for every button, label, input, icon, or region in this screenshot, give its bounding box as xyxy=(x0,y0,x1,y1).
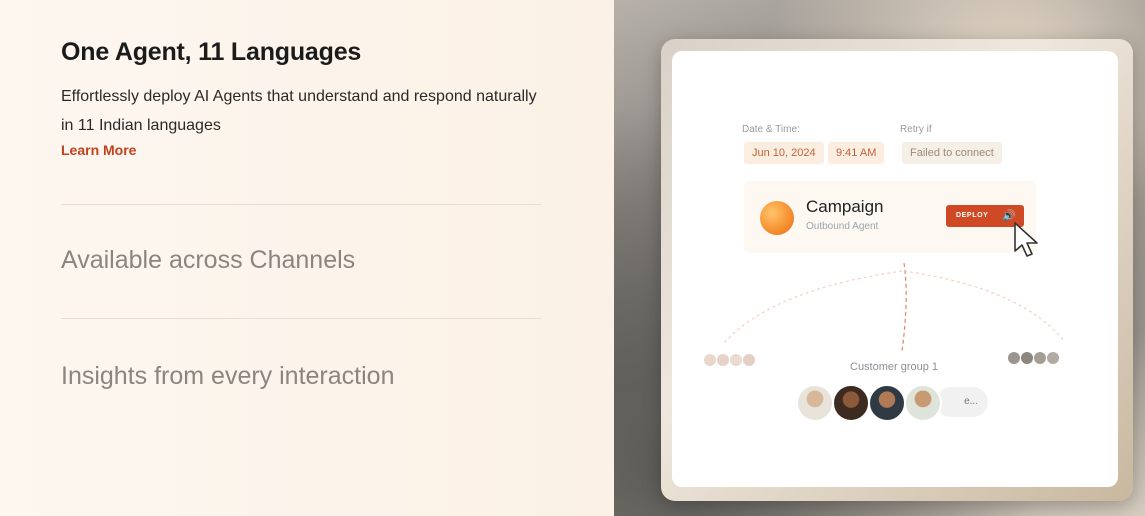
avatar xyxy=(796,384,834,422)
more-avatars-badge: e... xyxy=(936,387,988,417)
preview-card: Date & Time: Retry if Jun 10, 2024 9:41 … xyxy=(672,51,1118,487)
avatar xyxy=(868,384,906,422)
divider xyxy=(61,318,541,319)
feature-item-channels[interactable]: Available across Channels xyxy=(61,246,355,275)
divider xyxy=(61,204,541,205)
feature-item-insights[interactable]: Insights from every interaction xyxy=(61,362,394,391)
feature-title: One Agent, 11 Languages xyxy=(61,38,362,66)
avatar xyxy=(832,384,870,422)
customer-avatars: e... xyxy=(796,382,992,422)
learn-more-link[interactable]: Learn More xyxy=(61,142,136,158)
product-preview: Date & Time: Retry if Jun 10, 2024 9:41 … xyxy=(614,0,1145,516)
feature-panel: One Agent, 11 Languages Effortlessly dep… xyxy=(0,0,614,516)
avatar xyxy=(904,384,942,422)
feature-description: Effortlessly deploy AI Agents that under… xyxy=(61,88,537,134)
customer-group-label: Customer group 1 xyxy=(850,361,939,373)
mouse-cursor-icon xyxy=(1014,222,1038,257)
